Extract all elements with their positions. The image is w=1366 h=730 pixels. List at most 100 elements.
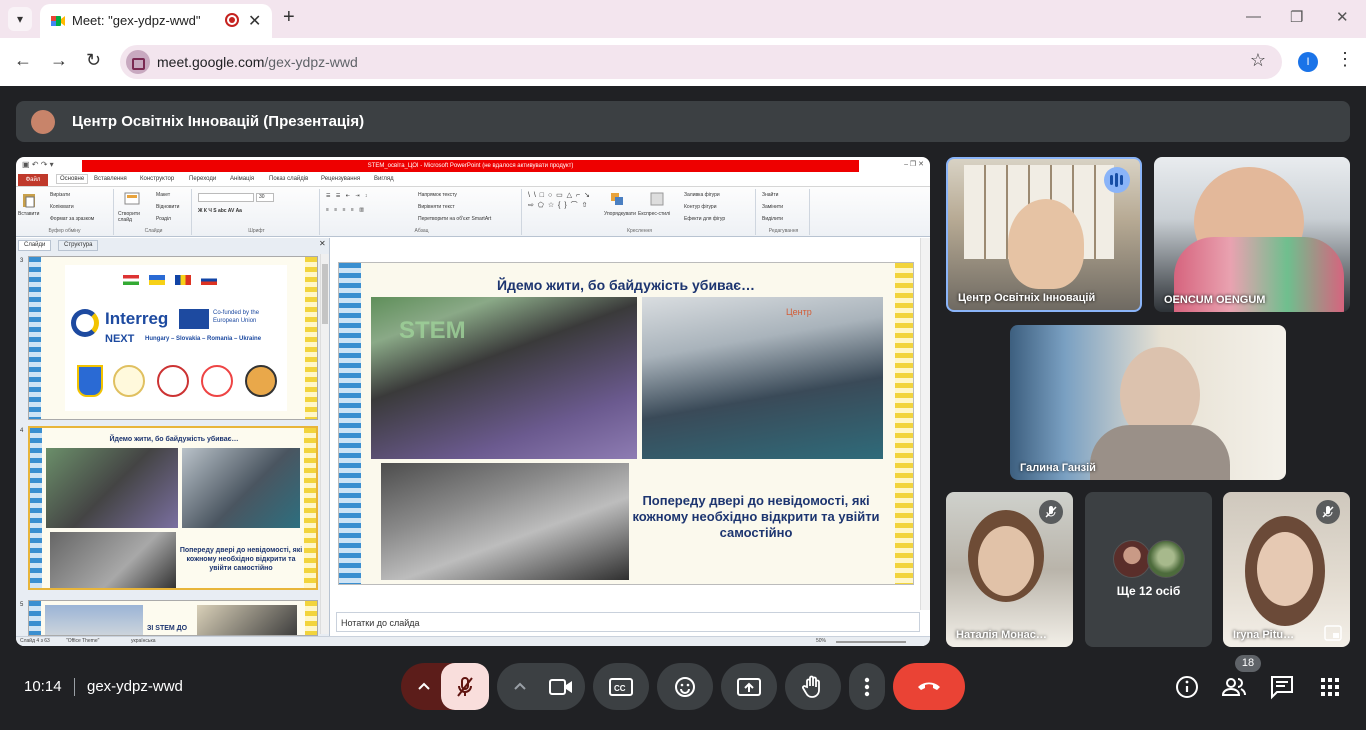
tab-strip: ▾ Meet: "gex-ydpz-wwd" ✕ + — ❐ ✕ <box>0 0 1366 38</box>
reset-label: Відновити <box>156 204 180 210</box>
leave-call-button[interactable] <box>893 663 965 710</box>
zoom-slider <box>836 641 906 643</box>
bookmark-star-icon[interactable]: ☆ <box>1250 50 1266 71</box>
more-participants-tile[interactable]: Ще 12 осіб <box>1085 492 1212 647</box>
participant-tile-1[interactable]: Центр Освітніх Інновацій <box>946 157 1142 312</box>
shape-outline-label: Контур фігури <box>684 204 717 210</box>
slide-thumbnail-5: ЗІ STEM ДО <box>28 600 318 636</box>
pip-icon[interactable] <box>1324 625 1342 641</box>
window-close-icon[interactable]: ✕ <box>1336 8 1349 26</box>
font-format-buttons: Ж К Ч S abc AV Aa <box>198 208 242 214</box>
flag-slovakia <box>201 275 217 285</box>
participant-tile-4[interactable]: Наталія Монас… <box>946 492 1073 647</box>
stem-wall-lettering: STEM <box>399 317 466 344</box>
tab-search-chevron-icon[interactable]: ▾ <box>8 7 32 31</box>
flag-hungary <box>123 275 139 285</box>
scroll-thumb[interactable] <box>322 264 328 324</box>
tab-outline: Структура <box>58 240 99 251</box>
thumb4-title: Йдемо жити, бо байдужість убиває… <box>109 436 239 443</box>
countries-label: Hungary – Slovakia – Romania – Ukraine <box>145 336 262 342</box>
chat-icon[interactable] <box>1269 674 1295 700</box>
thumbnails-scrollbar[interactable] <box>320 254 329 634</box>
slide-number-3: 3 <box>20 258 24 264</box>
smartart-label: Перетворити на об'єкт SmartArt <box>418 216 492 222</box>
meeting-time: 10:14 <box>24 678 62 695</box>
forward-icon[interactable]: → <box>50 50 68 71</box>
participant-name-1: Центр Освітніх Інновацій <box>958 292 1096 304</box>
minimize-icon[interactable]: — <box>1246 8 1261 25</box>
copy-label: Копіювати <box>50 204 74 210</box>
slide-thumbnail-4-selected[interactable]: Йдемо жити, бо байдужість убиває… Попере… <box>28 426 318 590</box>
muted-icon <box>1316 500 1340 524</box>
pp-file-tab: Файл <box>18 174 48 186</box>
mic-control-group <box>401 663 489 710</box>
presentation-banner: Центр Освітніх Інновацій (Презентація) <box>16 101 1350 142</box>
find-label: Знайти <box>762 192 779 198</box>
svg-text:CC: CC <box>614 684 626 693</box>
meeting-code: gex-ydpz-wwd <box>87 678 183 695</box>
pp-tab-view: Вигляд <box>374 176 394 182</box>
status-zoom: 50% <box>816 638 827 644</box>
site-info-icon[interactable] <box>126 50 150 74</box>
tab-close-icon[interactable]: ✕ <box>248 11 261 31</box>
participant-tile-2[interactable]: OENCUM OENGUM <box>1154 157 1350 312</box>
people-icon[interactable] <box>1221 674 1247 700</box>
recording-icon <box>225 13 239 27</box>
video-options-chevron-icon[interactable] <box>513 679 527 693</box>
present-screen-icon <box>737 678 761 696</box>
align-buttons: ≡ ≡ ≡ ≡ ▥ <box>326 207 366 213</box>
captions-button[interactable]: CC <box>593 663 649 710</box>
activities-grid-icon[interactable] <box>1317 674 1343 700</box>
participant-tile-3[interactable]: Галина Ганзій <box>1010 325 1286 480</box>
browser-toolbar: ← → ↻ meet.google.com/gex-ydpz-wwd ☆ I ⋮ <box>0 38 1366 86</box>
present-button[interactable] <box>721 663 777 710</box>
hand-icon <box>802 675 820 698</box>
slide-quote: Попереду двері до невідомості, які кожно… <box>632 493 880 540</box>
profile-avatar[interactable]: I <box>1298 52 1318 72</box>
more-options-button[interactable] <box>849 663 885 710</box>
slide-thumbnail-3: Interreg Co-funded by the European Union… <box>28 256 318 420</box>
slide-number-5: 5 <box>20 602 24 608</box>
camera-icon[interactable] <box>549 677 573 697</box>
restore-icon[interactable]: ❐ <box>1290 8 1303 26</box>
reactions-button[interactable] <box>657 663 713 710</box>
logo-panel: Interreg Co-funded by the European Union… <box>65 265 287 411</box>
captions-icon: CC <box>609 678 633 696</box>
slide-thumbnails-pane: Слайди Структура ✕ 3 Interreg Co-funded … <box>16 238 330 636</box>
ornament-left <box>29 601 41 635</box>
ornament-right <box>305 257 317 419</box>
coat-of-arms-icon <box>77 365 103 397</box>
pp-tab-insert: Вставлення <box>94 176 127 182</box>
mic-button[interactable] <box>441 663 489 710</box>
photo-stem-class-3 <box>381 463 629 580</box>
thumb4-photo-2 <box>182 448 300 528</box>
audio-options-chevron-icon[interactable] <box>417 679 431 693</box>
partner-logo-1-icon <box>113 365 145 397</box>
back-icon[interactable]: ← <box>14 50 32 71</box>
browser-tab-meet[interactable]: Meet: "gex-ydpz-wwd" ✕ <box>40 4 272 38</box>
pp-tab-design: Конструктор <box>140 176 175 182</box>
next-label: NEXT <box>105 333 135 345</box>
new-tab-button[interactable]: + <box>283 6 295 29</box>
address-bar[interactable]: meet.google.com/gex-ydpz-wwd ☆ <box>120 45 1282 79</box>
reload-icon[interactable]: ↻ <box>86 50 101 71</box>
eu-flag-icon <box>179 309 209 329</box>
browser-menu-icon[interactable]: ⋮ <box>1336 49 1354 70</box>
section-label: Розділ <box>156 216 171 222</box>
centre-banner-text: Центр <box>786 307 812 317</box>
participant-tile-6[interactable]: Iryna Pitu… <box>1223 492 1350 647</box>
pp-ribbon: Вставити Вирізати Копіювати Формат за зр… <box>16 187 930 237</box>
slide-notes[interactable]: Нотатки до слайда <box>336 612 920 632</box>
photo-stem-class-2: Центр <box>642 297 883 459</box>
pane-close-icon: ✕ <box>319 239 326 248</box>
slide-scrollbar[interactable] <box>920 238 930 610</box>
participant-face <box>1008 199 1084 289</box>
meeting-details-icon[interactable] <box>1174 674 1200 700</box>
shared-screen: ▣ ↶ ↷ ▾ STEM_освіта_ЦОІ - Microsoft Powe… <box>16 157 930 646</box>
avatar <box>1113 540 1151 578</box>
participant-clothing <box>1090 425 1230 480</box>
participant-face <box>978 526 1034 596</box>
new-slide-icon <box>124 192 140 205</box>
raise-hand-button[interactable] <box>785 663 841 710</box>
status-theme: "Office Theme" <box>66 638 100 644</box>
